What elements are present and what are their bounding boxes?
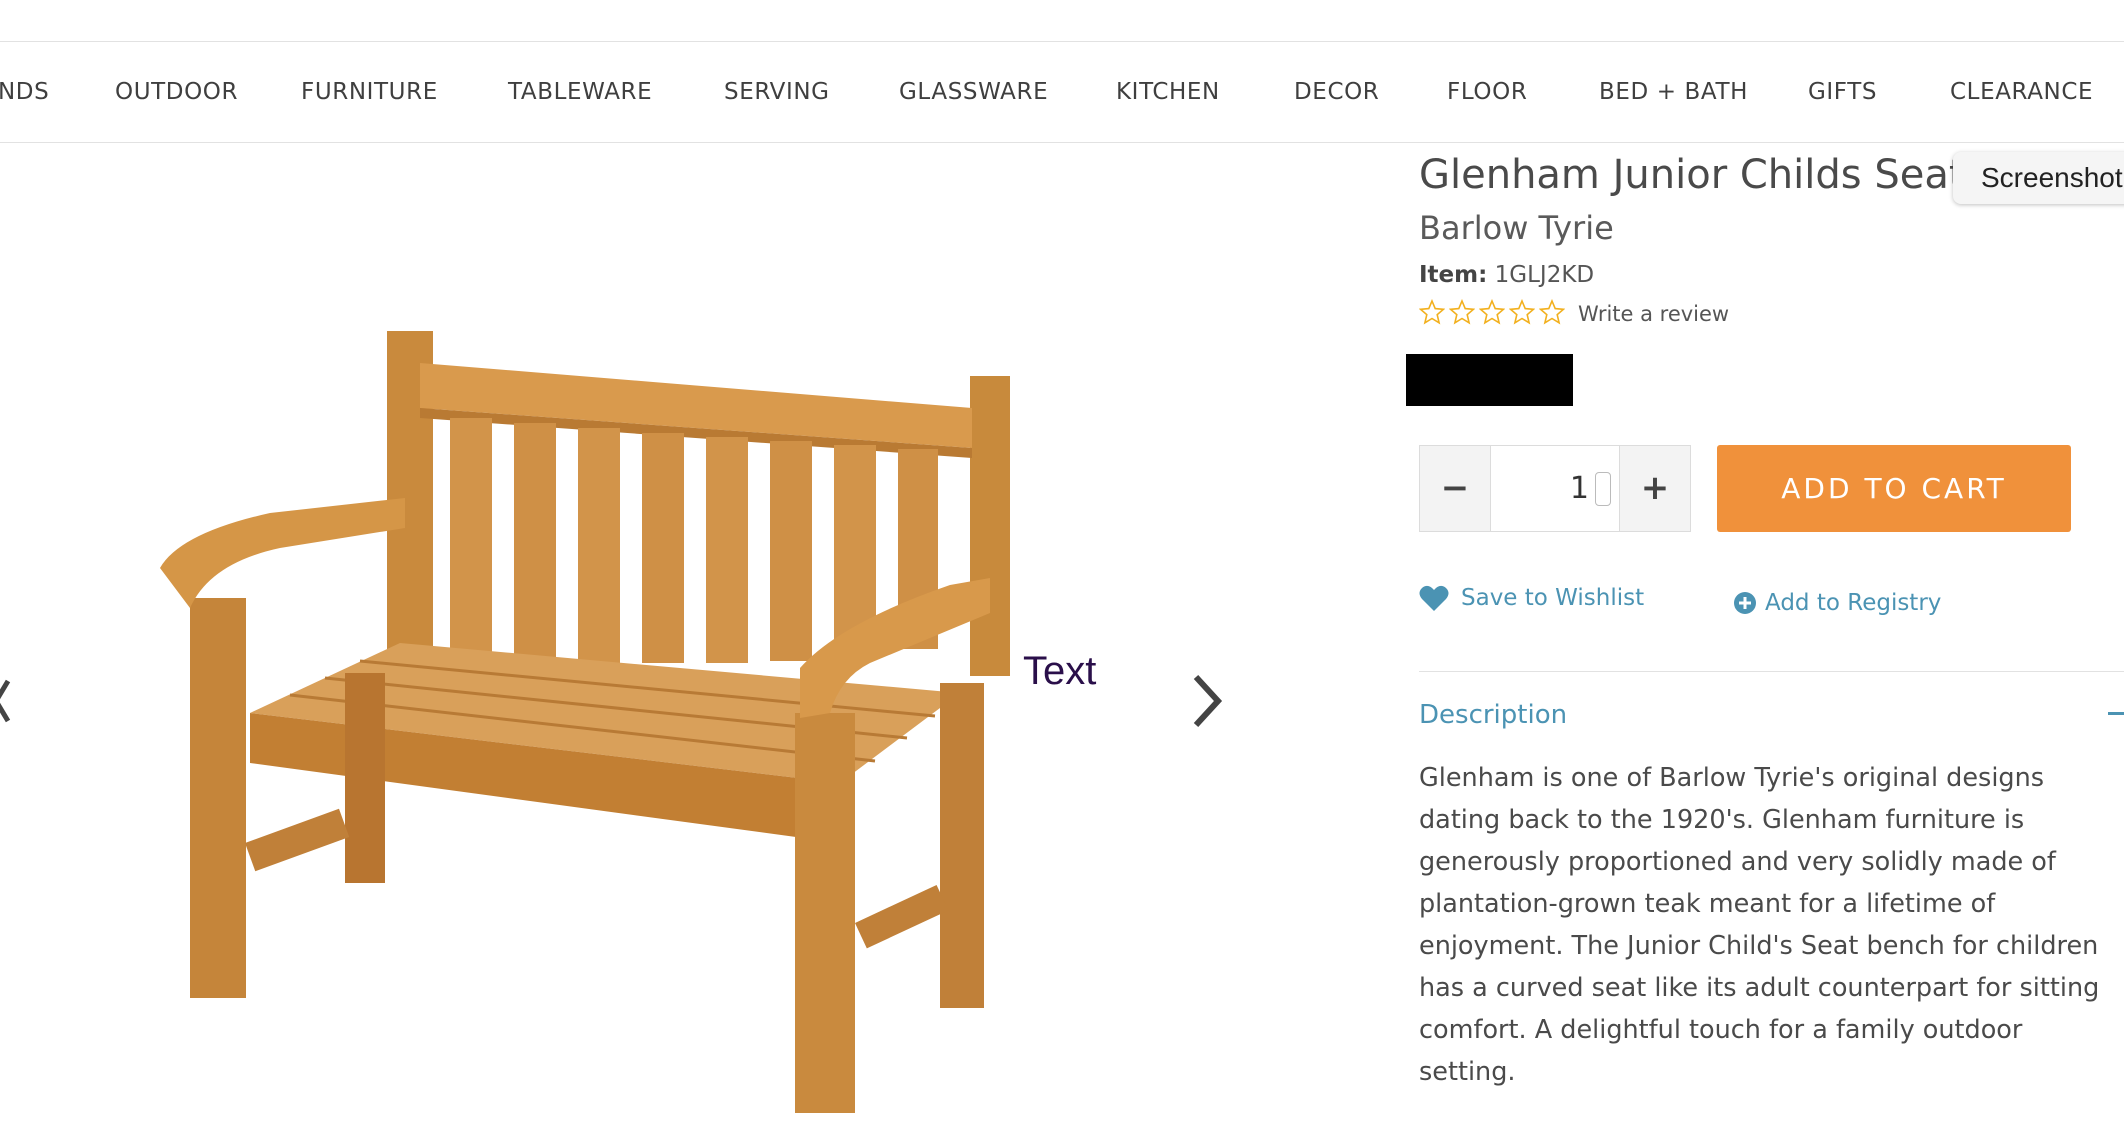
description-heading[interactable]: Description (1419, 700, 1567, 730)
quantity-input[interactable]: 1 (1490, 446, 1620, 531)
add-to-registry-link[interactable]: Add to Registry (1733, 590, 1941, 616)
nav-item-floor[interactable]: FLOOR (1447, 42, 1527, 142)
star-icon[interactable] (1419, 299, 1445, 325)
redacted-price (1406, 354, 1573, 406)
nav-item-furniture[interactable]: FURNITURE (301, 42, 438, 142)
rating-stars[interactable] (1419, 299, 1565, 325)
heart-icon (1419, 585, 1449, 611)
product-title: Glenham Junior Childs Seat (1419, 152, 1965, 198)
star-icon[interactable] (1449, 299, 1475, 325)
nav-item-gifts[interactable]: GIFTS (1808, 42, 1877, 142)
overlay-text: Text (1023, 649, 1097, 693)
section-divider (1419, 671, 2124, 672)
product-gallery: Text (0, 143, 1290, 1113)
nav-item-outdoor[interactable]: OUTDOOR (115, 42, 238, 142)
chevron-left-icon[interactable] (0, 671, 12, 731)
product-brand[interactable]: Barlow Tyrie (1419, 209, 1614, 247)
quantity-decrease-button[interactable]: − (1420, 446, 1490, 531)
quantity-stepper: − 1 + (1419, 445, 1691, 532)
screenshot-button[interactable]: Screenshot (1953, 152, 2124, 204)
nav-item-kitchen[interactable]: KITCHEN (1116, 42, 1220, 142)
spinner-icon[interactable] (1595, 472, 1611, 506)
product-image (160, 331, 1010, 1113)
item-number-row: Item: 1GLJ2KD (1419, 262, 1594, 288)
quantity-increase-button[interactable]: + (1620, 446, 1690, 531)
nav-item-decor[interactable]: DECOR (1294, 42, 1379, 142)
category-nav: NDS OUTDOOR FURNITURE TABLEWARE SERVING … (0, 42, 2124, 143)
save-to-wishlist-link[interactable]: Save to Wishlist (1419, 584, 1644, 612)
collapse-icon[interactable] (2108, 712, 2124, 715)
wishlist-label: Save to Wishlist (1461, 585, 1645, 611)
plus-circle-icon (1734, 592, 1756, 614)
nav-item-clearance[interactable]: CLEARANCE (1950, 42, 2093, 142)
description-text: Glenham is one of Barlow Tyrie's origina… (1419, 763, 2100, 1087)
item-label: Item: (1419, 262, 1488, 288)
nav-item-glassware[interactable]: GLASSWARE (899, 42, 1048, 142)
nav-item-stands[interactable]: NDS (0, 42, 49, 142)
nav-item-serving[interactable]: SERVING (724, 42, 830, 142)
star-icon[interactable] (1539, 299, 1565, 325)
nav-item-bed-bath[interactable]: BED + BATH (1599, 42, 1748, 142)
star-icon[interactable] (1509, 299, 1535, 325)
nav-item-tableware[interactable]: TABLEWARE (508, 42, 652, 142)
write-review-link[interactable]: Write a review (1578, 302, 1729, 326)
item-number: 1GLJ2KD (1494, 262, 1595, 288)
quantity-value: 1 (1569, 471, 1589, 506)
star-icon[interactable] (1479, 299, 1505, 325)
add-to-cart-button[interactable]: ADD TO CART (1717, 445, 2071, 532)
registry-label: Add to Registry (1765, 590, 1942, 616)
chevron-right-icon[interactable] (1188, 671, 1228, 731)
